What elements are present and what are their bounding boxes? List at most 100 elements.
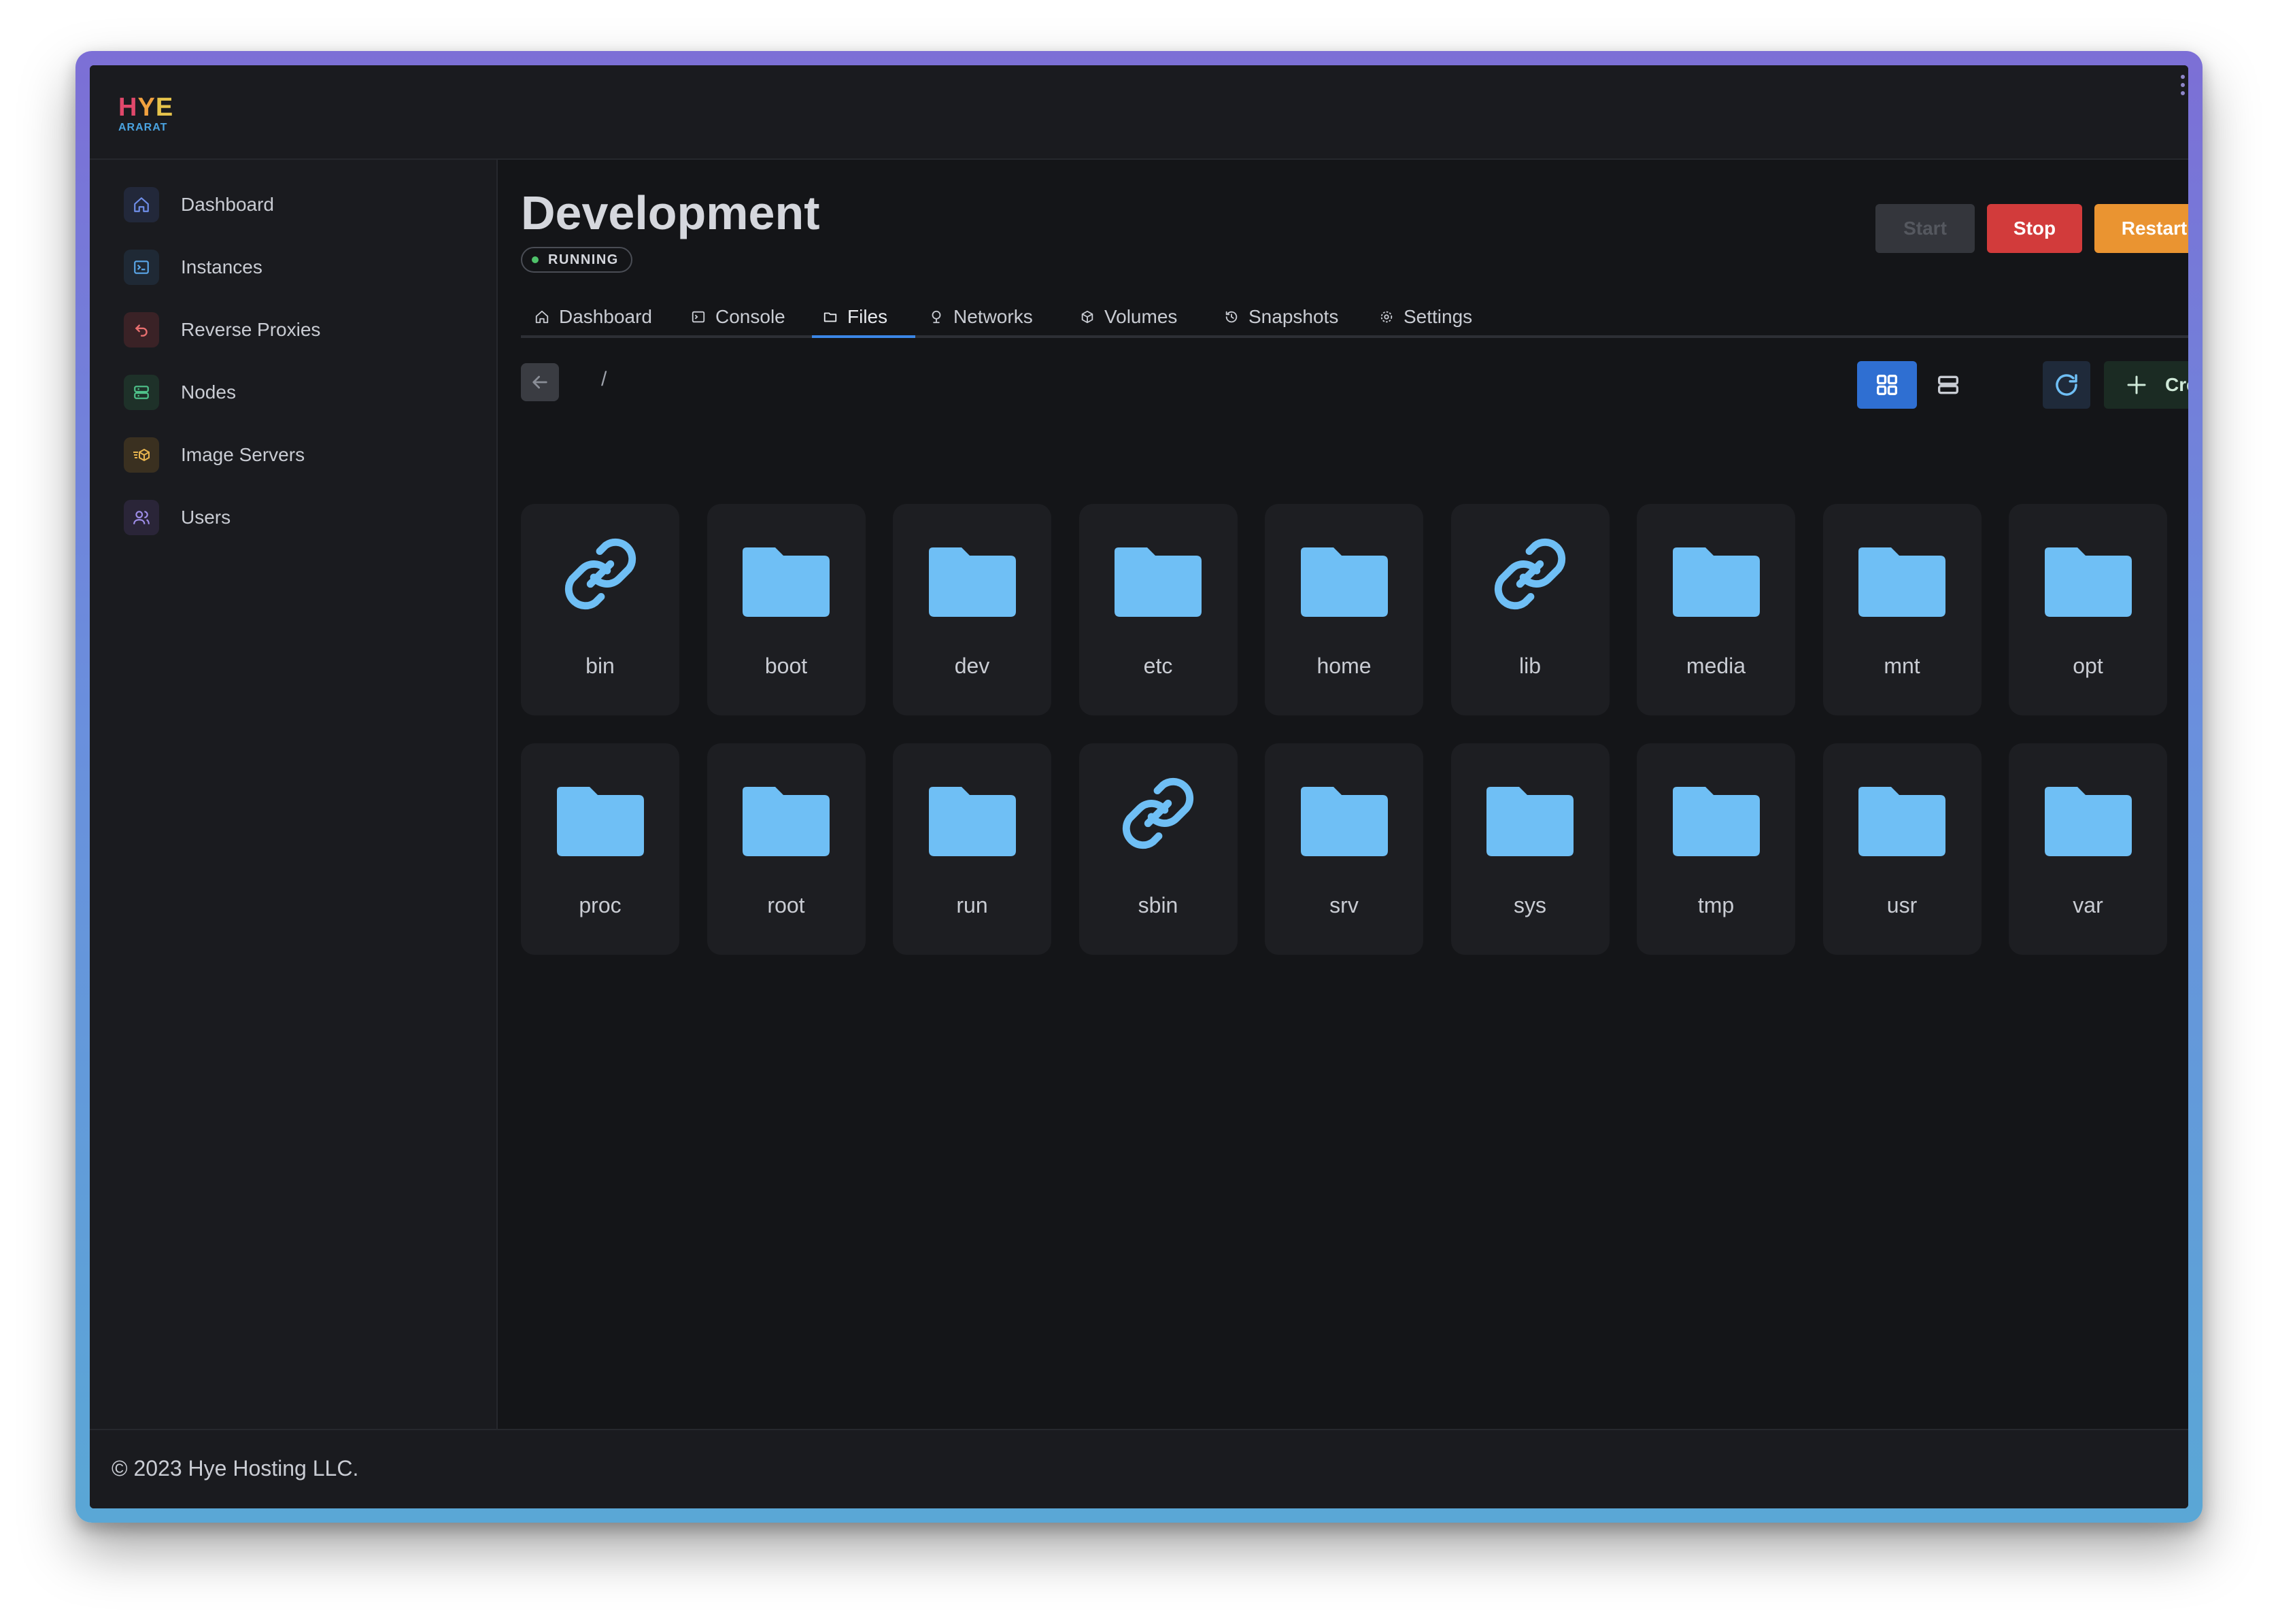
- folder-icon: [1823, 543, 1982, 618]
- file-tile-root[interactable]: root: [707, 743, 866, 955]
- file-tile-mnt[interactable]: mnt: [1822, 504, 1982, 715]
- list-view-toggle[interactable]: [1918, 361, 1978, 409]
- sidebar-item-label: Instances: [181, 256, 262, 277]
- folder-icon: [707, 543, 866, 618]
- folder-icon: [893, 543, 1051, 618]
- file-tile-srv[interactable]: srv: [1265, 743, 1423, 955]
- tab-label: Volumes: [1104, 306, 1178, 327]
- folder-icon: [893, 783, 1051, 858]
- file-tile-run[interactable]: run: [893, 743, 1051, 955]
- file-tile-boot[interactable]: boot: [707, 504, 866, 715]
- refresh-icon: [2056, 374, 2077, 396]
- sidebar-item-nodes[interactable]: Nodes: [124, 372, 236, 413]
- restart-button[interactable]: Restart: [2094, 204, 2188, 253]
- users-icon: [124, 500, 159, 535]
- folder-icon: [1823, 783, 1982, 858]
- file-tile-usr[interactable]: usr: [1822, 743, 1982, 955]
- tab-volumes[interactable]: Volumes: [1080, 296, 1177, 338]
- folder-icon: [1451, 783, 1610, 858]
- tab-console[interactable]: Console: [691, 296, 785, 338]
- tab-files[interactable]: Files: [823, 296, 887, 338]
- file-name: var: [2073, 893, 2103, 917]
- footer: © 2023 Hye Hosting LLC.: [90, 1429, 2188, 1508]
- file-tile-media[interactable]: media: [1637, 504, 1795, 715]
- plus-icon: [2124, 373, 2149, 397]
- file-tile-etc[interactable]: etc: [1078, 504, 1238, 715]
- tab-label: Console: [715, 306, 785, 327]
- file-tile-var[interactable]: var: [2009, 743, 2167, 955]
- tab-dashboard[interactable]: Dashboard: [534, 296, 652, 338]
- folder-icon: [1637, 783, 1795, 858]
- home-icon: [534, 309, 549, 324]
- link-icon: [1079, 773, 1238, 853]
- window-frame: HYE ARARAT Dashboard Instances Reverse P…: [75, 51, 2203, 1523]
- sidebar-item-instances[interactable]: Instances: [124, 247, 262, 288]
- refresh-button[interactable]: [2043, 361, 2090, 409]
- file-name: media: [1686, 654, 1746, 678]
- file-name: proc: [579, 893, 622, 917]
- link-icon: [521, 534, 679, 614]
- folder-icon: [2009, 543, 2167, 618]
- file-name: bin: [585, 654, 615, 678]
- file-tile-dev[interactable]: dev: [893, 504, 1051, 715]
- list-icon: [1938, 375, 1958, 394]
- sidebar-item-users[interactable]: Users: [124, 497, 231, 538]
- sidebar-item-reverse-proxies[interactable]: Reverse Proxies: [124, 309, 320, 350]
- folder-icon: [2009, 783, 2167, 858]
- back-button[interactable]: [521, 363, 559, 401]
- history-icon: [1224, 309, 1239, 324]
- home-icon: [124, 187, 159, 222]
- tab-label: Snapshots: [1248, 306, 1339, 327]
- main-content: Development RUNNING Start Stop Restart D…: [499, 160, 2188, 1429]
- terminal-icon: [124, 250, 159, 285]
- grid-icon: [1877, 375, 1897, 395]
- status-dot-icon: [532, 256, 539, 263]
- stop-button[interactable]: Stop: [1987, 204, 2082, 253]
- logo[interactable]: HYE ARARAT: [118, 94, 173, 134]
- file-tile-home[interactable]: home: [1265, 504, 1423, 715]
- file-tile-sbin[interactable]: sbin: [1078, 743, 1238, 955]
- sidebar-item-label: Nodes: [181, 382, 236, 403]
- file-tile-proc[interactable]: proc: [521, 743, 679, 955]
- folder-icon: [1079, 543, 1238, 618]
- sidebar: Dashboard Instances Reverse Proxies Node…: [90, 160, 498, 1429]
- resize-handle[interactable]: [2180, 75, 2186, 95]
- file-tile-tmp[interactable]: tmp: [1637, 743, 1795, 955]
- folder-icon: [1265, 783, 1423, 858]
- folder-icon: [1265, 543, 1423, 618]
- tab-settings[interactable]: Settings: [1379, 296, 1472, 338]
- link-icon: [1451, 534, 1610, 614]
- file-name: home: [1316, 654, 1372, 678]
- file-name: srv: [1329, 893, 1359, 917]
- folder-icon: [1637, 543, 1795, 618]
- file-name: mnt: [1884, 654, 1920, 678]
- file-name: run: [956, 893, 988, 917]
- file-tile-bin[interactable]: bin: [521, 504, 679, 715]
- file-name: etc: [1143, 654, 1173, 678]
- logo-wordmark: HYE: [118, 93, 174, 122]
- sidebar-item-label: Dashboard: [181, 194, 274, 215]
- arrow-left-icon: [532, 375, 547, 389]
- start-button[interactable]: Start: [1875, 204, 1975, 253]
- folder-icon: [823, 309, 838, 324]
- tab-label: Networks: [953, 306, 1033, 327]
- tab-networks[interactable]: Networks: [929, 296, 1033, 338]
- file-name: boot: [764, 654, 808, 678]
- file-tile-lib[interactable]: lib: [1450, 504, 1610, 715]
- page-title: Development: [521, 186, 820, 239]
- cube-icon: [1080, 309, 1095, 324]
- sidebar-item-image-servers[interactable]: Image Servers: [124, 435, 305, 475]
- sidebar-item-label: Users: [181, 507, 231, 528]
- logo-subtitle: ARARAT: [118, 122, 168, 133]
- create-label: Create: [2165, 374, 2188, 395]
- file-name: sys: [1514, 893, 1546, 917]
- status-badge: RUNNING: [521, 247, 632, 273]
- server-icon: [124, 375, 159, 410]
- tab-snapshots[interactable]: Snapshots: [1224, 296, 1338, 338]
- grid-view-toggle[interactable]: [1857, 361, 1917, 409]
- sidebar-item-dashboard[interactable]: Dashboard: [124, 184, 274, 225]
- file-tile-sys[interactable]: sys: [1450, 743, 1610, 955]
- gear-icon: [1379, 309, 1394, 324]
- create-button[interactable]: Create: [2104, 361, 2188, 409]
- file-tile-opt[interactable]: opt: [2009, 504, 2167, 715]
